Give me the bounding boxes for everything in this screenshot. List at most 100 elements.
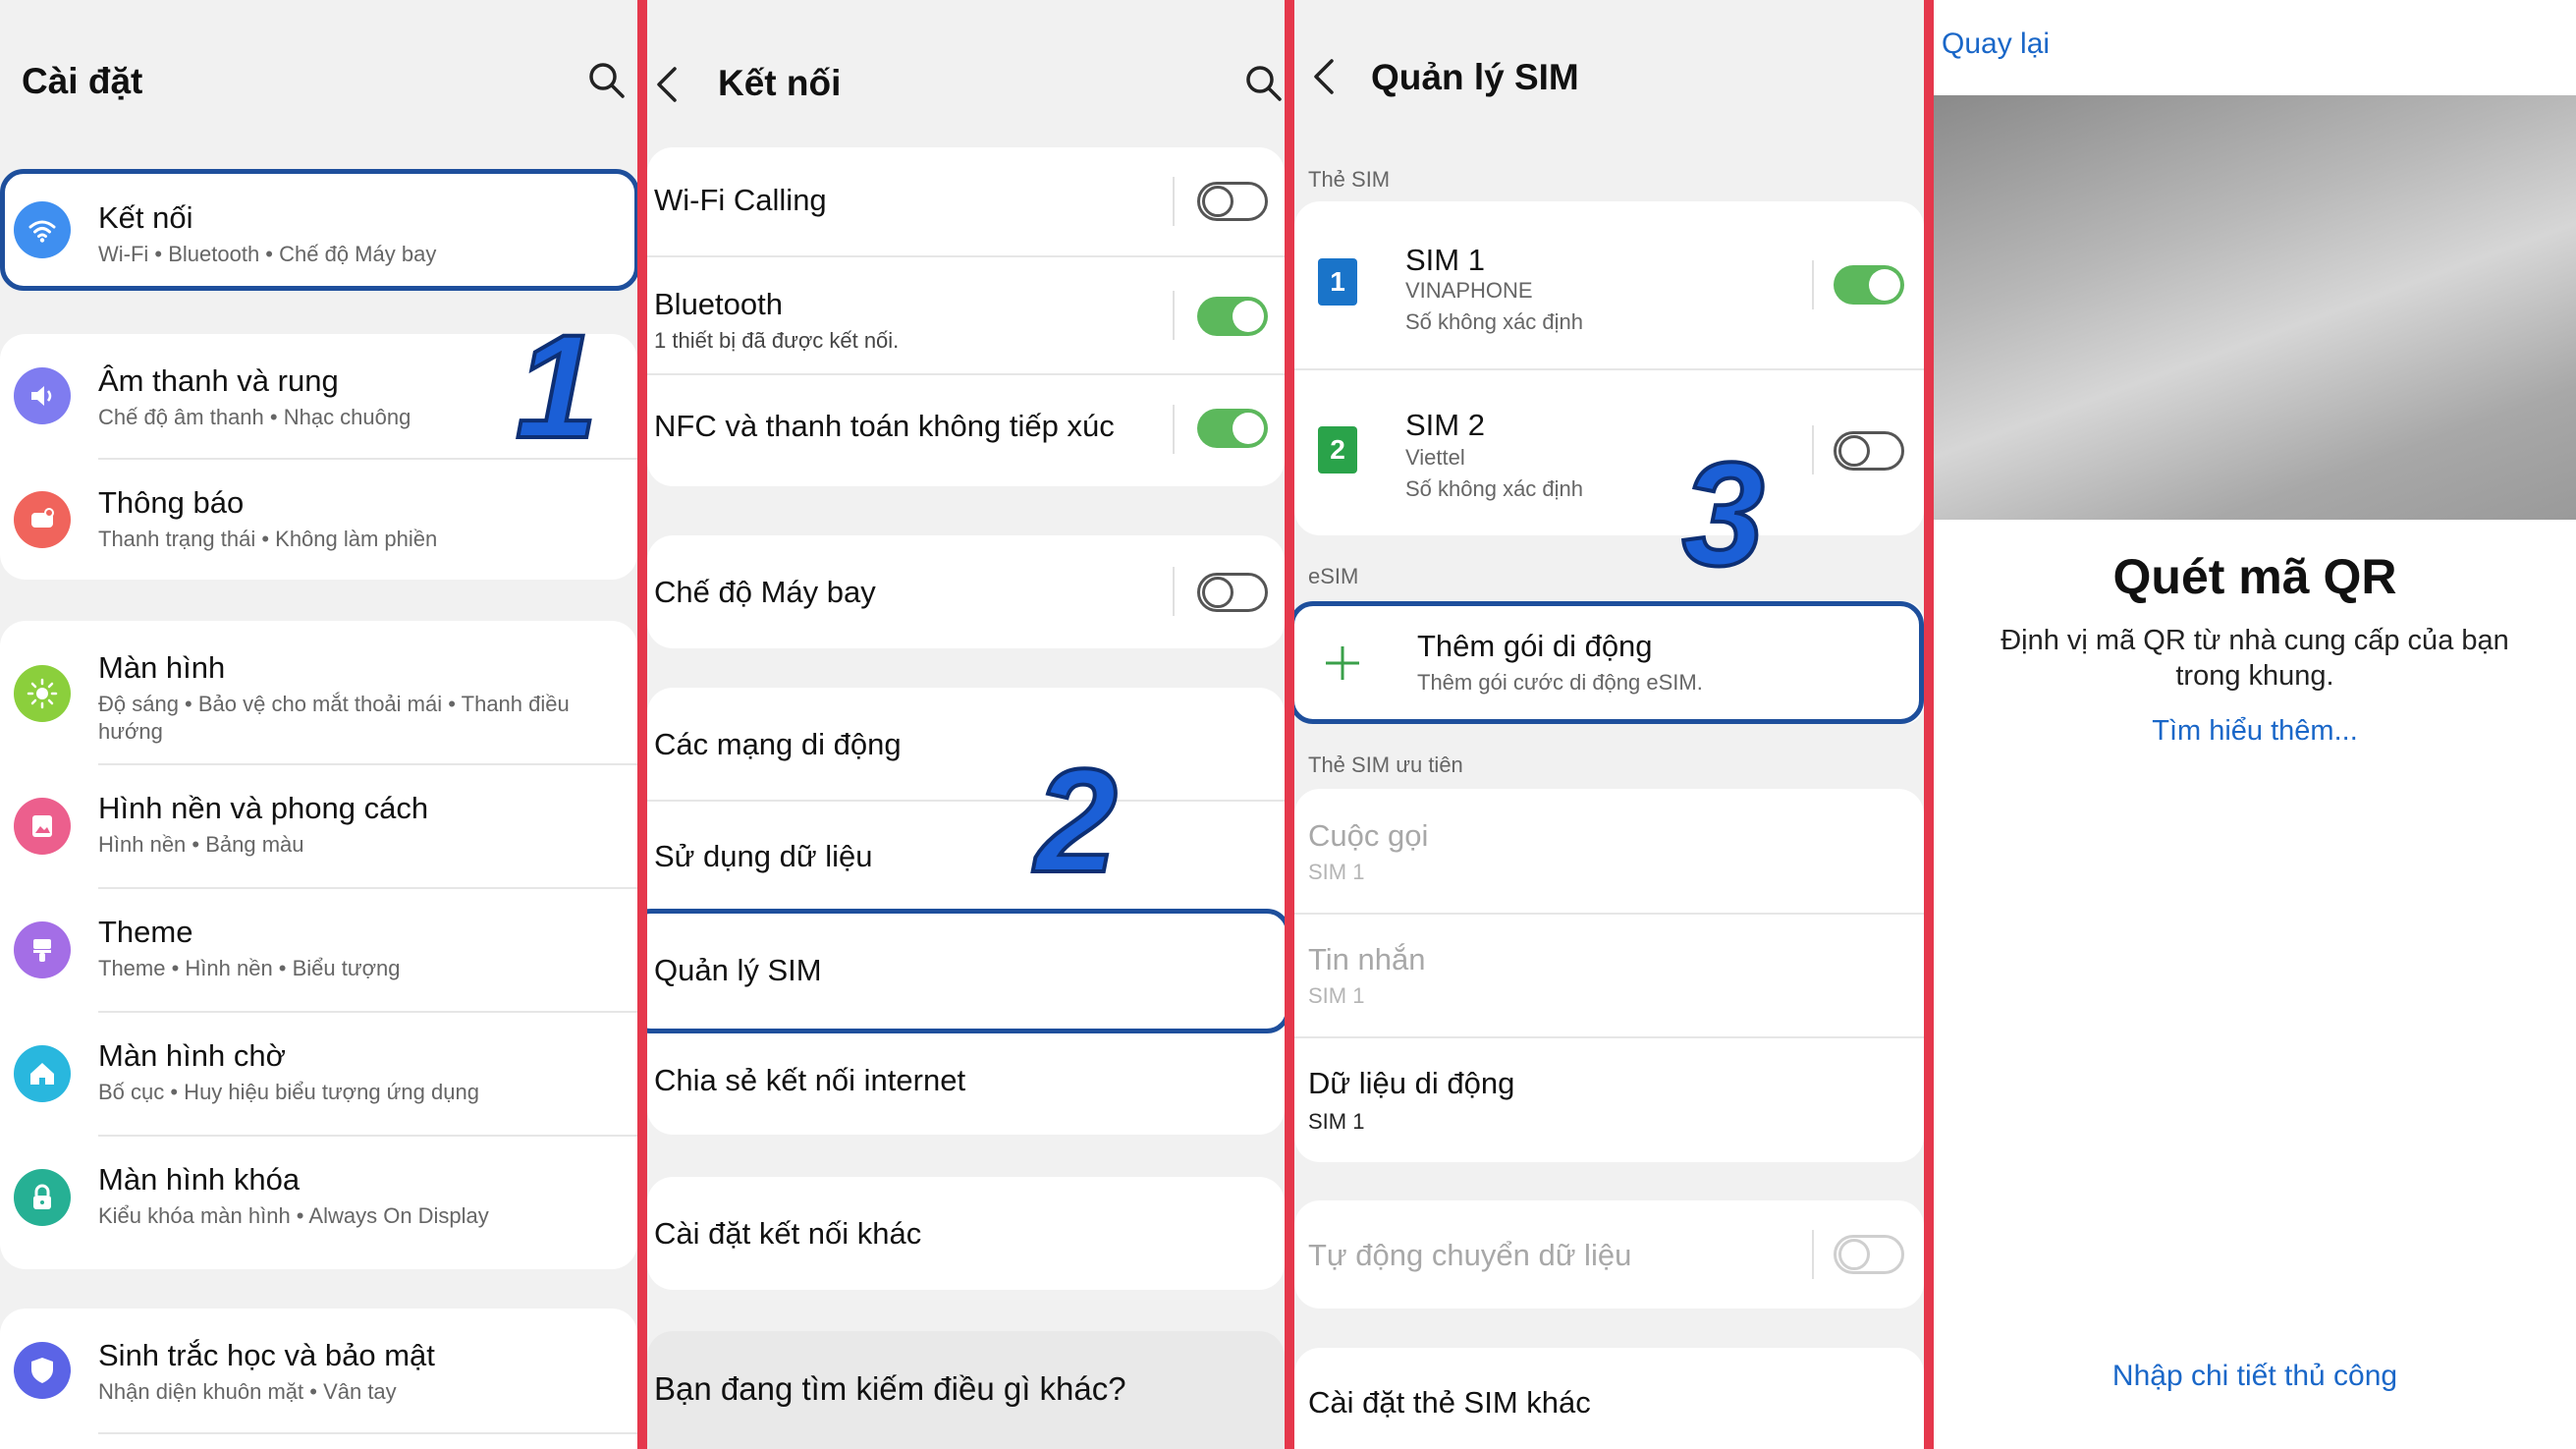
panel-divider [637, 0, 647, 1449]
back-icon[interactable] [1312, 57, 1336, 96]
item-title: Các mạng di động [654, 727, 902, 761]
search-icon[interactable] [1244, 64, 1284, 103]
settings-item-biometrics[interactable]: Sinh trắc học và bảo mật Nhận diện khuôn… [0, 1309, 637, 1432]
settings-item-display[interactable]: Màn hình Độ sáng • Bảo vệ cho mắt thoải … [0, 621, 637, 763]
auto-switch-card: Tự động chuyển dữ liệu [1294, 1200, 1924, 1309]
item-subtitle: SIM 1 [1308, 1109, 1365, 1134]
settings-item-notifications[interactable]: Thông báo Thanh trạng thái • Không làm p… [0, 460, 637, 580]
auto-switch-row: Tự động chuyển dữ liệu [1294, 1200, 1924, 1309]
item-subtitle: Kiểu khóa màn hình • Always On Display [98, 1203, 489, 1228]
setting-row-wifi-calling[interactable]: Wi-Fi Calling [647, 147, 1285, 255]
settings-item-wallpaper[interactable]: Hình nền và phong cách Hình nền • Bảng m… [0, 765, 637, 887]
item-title: Wi-Fi Calling [654, 183, 827, 217]
wifi-calling-toggle[interactable] [1197, 182, 1268, 221]
highlight-box [1294, 601, 1924, 724]
page-title: Quản lý SIM [1371, 57, 1579, 97]
nfc-toggle[interactable] [1197, 409, 1268, 448]
settings-item-theme[interactable]: Theme Theme • Hình nền • Biểu tượng [0, 889, 637, 1011]
notification-icon [14, 491, 71, 548]
search-suggestion-card[interactable]: Bạn đang tìm kiếm điều gì khác? [647, 1331, 1285, 1449]
divider [1173, 291, 1175, 340]
page-title: Cài đặt [22, 61, 143, 101]
item-title: Màn hình khóa [98, 1162, 301, 1197]
connections-panel: Kết nối Wi-Fi Calling Bluetooth 1 thiết … [647, 0, 1285, 1449]
airplane-mode-toggle[interactable] [1197, 573, 1268, 612]
back-button[interactable]: Quay lại [1942, 28, 2050, 61]
item-title: Cài đặt thẻ SIM khác [1308, 1385, 1591, 1420]
camera-viewfinder [1934, 95, 2576, 520]
highlight-box [647, 909, 1285, 1033]
learn-more-link[interactable]: Tìm hiểu thêm... [1934, 715, 2576, 748]
home-icon [14, 1045, 71, 1102]
settings-card: Màn hình Độ sáng • Bảo vệ cho mắt thoải … [0, 621, 637, 1269]
sim2-icon: 2 [1318, 426, 1357, 474]
item-title: Sinh trắc học và bảo mật [98, 1338, 435, 1372]
manual-entry-link[interactable]: Nhập chi tiết thủ công [1934, 1360, 2576, 1393]
item-title: Chia sẻ kết nối internet [654, 1063, 966, 1097]
divider [1173, 405, 1175, 454]
item-subtitle: Theme • Hình nền • Biểu tượng [98, 956, 401, 980]
sim-card-list: 1 SIM 1 VINAPHONE Số không xác định 2 SI… [1294, 201, 1924, 535]
wallpaper-icon [14, 798, 71, 855]
sim-carrier: Viettel [1405, 445, 1465, 470]
item-title: Sử dụng dữ liệu [654, 839, 873, 873]
item-subtitle: Bố cục • Huy hiệu biểu tượng ứng dụng [98, 1080, 479, 1104]
item-subtitle: Chế độ âm thanh • Nhạc chuông [98, 405, 411, 429]
setting-row-mobile-networks[interactable]: Các mạng di động [647, 688, 1285, 800]
back-icon[interactable] [655, 65, 679, 104]
sim-row-2[interactable]: 2 SIM 2 Viettel Số không xác định [1294, 370, 1924, 535]
divider [1173, 177, 1175, 226]
step-number: 2 [1033, 738, 1119, 903]
other-sim-settings-row[interactable]: Cài đặt thẻ SIM khác [1294, 1348, 1924, 1449]
setting-row-hotspot[interactable]: Chia sẻ kết nối internet [647, 1026, 1285, 1135]
pref-row-mobile-data[interactable]: Dữ liệu di động SIM 1 [1294, 1038, 1924, 1162]
settings-card: Cài đặt kết nối khác [647, 1177, 1285, 1290]
description-line-1: Định vị mã QR từ nhà cung cấp của bạn [2001, 625, 2509, 656]
settings-item-home-screen[interactable]: Màn hình chờ Bố cục • Huy hiệu biểu tượn… [0, 1013, 637, 1135]
brightness-icon [14, 665, 71, 722]
setting-row-data-usage[interactable]: Sử dụng dữ liệu [647, 802, 1285, 912]
sim-title: SIM 2 [1405, 408, 1485, 442]
panel-divider [1924, 0, 1934, 1449]
search-icon[interactable] [587, 61, 627, 100]
item-title: Theme [98, 915, 193, 949]
setting-row-bluetooth[interactable]: Bluetooth 1 thiết bị đã được kết nối. [647, 257, 1285, 373]
item-subtitle: Hình nền • Bảng màu [98, 832, 304, 857]
other-sim-settings-card: Cài đặt thẻ SIM khác [1294, 1348, 1924, 1449]
setting-row-airplane-mode[interactable]: Chế độ Máy bay [647, 535, 1285, 648]
search-suggestion-text: Bạn đang tìm kiếm điều gì khác? [654, 1370, 1126, 1407]
setting-row-nfc[interactable]: NFC và thanh toán không tiếp xúc [647, 375, 1285, 486]
item-subtitle: SIM 1 [1308, 860, 1365, 884]
settings-card: Wi-Fi Calling Bluetooth 1 thiết bị đã đư… [647, 147, 1285, 486]
item-title: Dữ liệu di động [1308, 1066, 1515, 1100]
lock-icon [14, 1169, 71, 1226]
item-title: Hình nền và phong cách [98, 791, 429, 825]
settings-card: Sinh trắc học và bảo mật Nhận diện khuôn… [0, 1309, 637, 1449]
qr-scan-panel: Quay lại Quét mã QR Định vị mã QR từ nhà… [1934, 0, 2576, 1449]
shield-icon [14, 1342, 71, 1399]
page-title: Quét mã QR [2112, 549, 2397, 604]
bluetooth-toggle[interactable] [1197, 297, 1268, 336]
sim2-toggle[interactable] [1834, 431, 1904, 471]
auto-switch-toggle [1834, 1235, 1904, 1274]
item-title: Tự động chuyển dữ liệu [1308, 1238, 1632, 1272]
highlight-box [0, 169, 637, 291]
item-subtitle: 1 thiết bị đã được kết nối. [654, 328, 900, 353]
item-subtitle: SIM 1 [1308, 983, 1365, 1008]
item-subtitle: Độ sáng • Bảo vệ cho mắt thoải mái • Tha… [98, 692, 570, 716]
item-title: NFC và thanh toán không tiếp xúc [654, 409, 1115, 443]
sim-number: Số không xác định [1405, 476, 1584, 501]
divider [1812, 1230, 1814, 1279]
item-title: Chế độ Máy bay [654, 575, 876, 609]
sim1-icon: 1 [1318, 258, 1357, 306]
sim-row-1[interactable]: 1 SIM 1 VINAPHONE Số không xác định [1294, 201, 1924, 368]
settings-panel: Cài đặt Kết nối Wi-Fi • Bluetooth • Chế … [0, 0, 637, 1449]
setting-row-more-connections[interactable]: Cài đặt kết nối khác [647, 1177, 1285, 1290]
divider [1812, 260, 1814, 309]
sim1-toggle[interactable] [1834, 265, 1904, 305]
page-title: Kết nối [718, 63, 842, 103]
settings-item-lock-screen[interactable]: Màn hình khóa Kiểu khóa màn hình • Alway… [0, 1137, 637, 1258]
item-title: Màn hình [98, 650, 226, 685]
item-subtitle: Nhận diện khuôn mặt • Vân tay [98, 1379, 397, 1404]
pref-row-calls: Cuộc gọi SIM 1 [1294, 789, 1924, 913]
